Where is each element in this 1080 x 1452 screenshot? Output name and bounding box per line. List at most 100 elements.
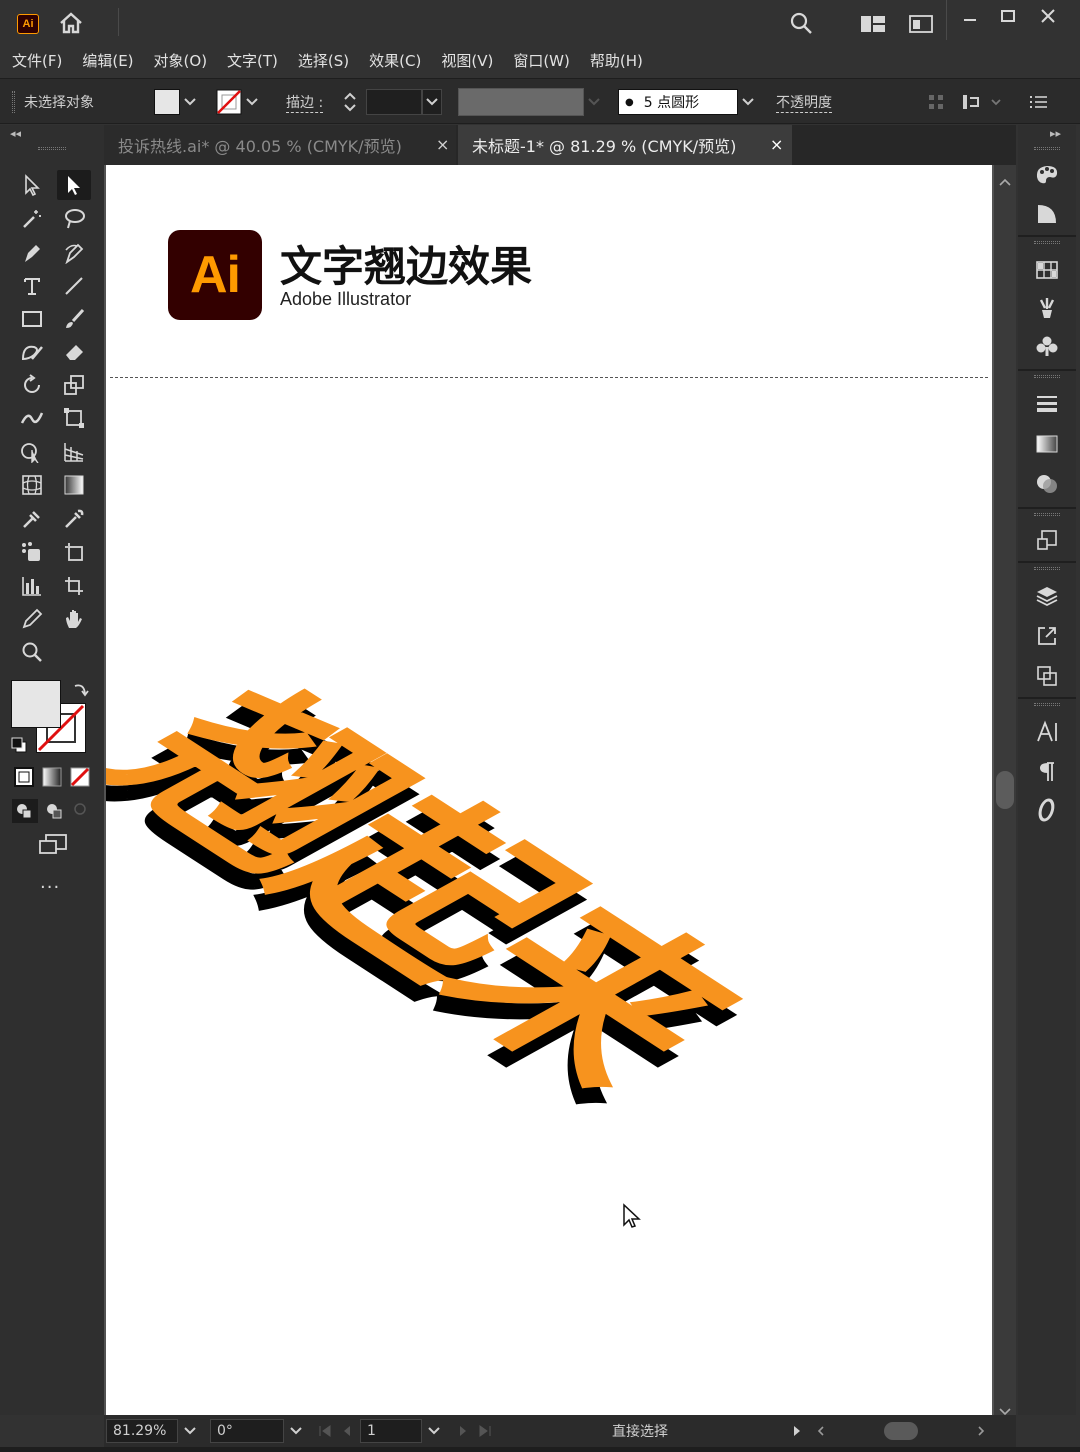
previous-artboard-icon[interactable] [342, 1415, 352, 1447]
artboard[interactable]: Ai 文字翘边效果 Adobe Illustrator 翘起来 翘起来 [106, 165, 992, 1415]
chevron-down-icon[interactable] [422, 89, 442, 115]
gradient-panel-icon[interactable] [1029, 429, 1065, 459]
magic-wand-icon[interactable] [15, 204, 49, 234]
export-icon[interactable] [1029, 621, 1065, 651]
direct-selection-tool-icon[interactable] [57, 170, 91, 200]
menu-type[interactable]: 文字(T) [227, 50, 278, 71]
rotation-control[interactable]: 0° [210, 1415, 308, 1447]
close-tab-icon[interactable]: × [770, 135, 783, 154]
panel-menu-icon[interactable] [1030, 79, 1048, 125]
character-icon[interactable] [1029, 717, 1065, 747]
transparency-icon[interactable] [1029, 469, 1065, 499]
close-window-icon[interactable] [1036, 4, 1060, 28]
eyedropper-icon[interactable] [57, 504, 91, 534]
draw-normal-icon[interactable] [12, 799, 38, 823]
chevron-down-icon[interactable] [242, 98, 262, 106]
hand-tool-icon[interactable] [57, 604, 91, 634]
scale-tool-icon[interactable] [57, 370, 91, 400]
perspective-grid-icon[interactable] [57, 437, 91, 467]
shape-builder-icon[interactable] [15, 437, 49, 467]
mesh-tool-icon[interactable] [15, 470, 49, 500]
search-icon[interactable] [786, 9, 816, 37]
lasso-icon[interactable] [57, 204, 91, 234]
brushes-icon[interactable] [1029, 293, 1065, 323]
stroke-weight-field[interactable] [366, 79, 442, 125]
artboard-tool-icon[interactable] [57, 537, 91, 567]
pathfinder-icon[interactable] [1029, 661, 1065, 691]
menu-object[interactable]: 对象(O) [154, 50, 208, 71]
warped-text-art[interactable]: 翘起来 翘起来 [106, 520, 946, 1130]
line-tool-icon[interactable] [57, 271, 91, 301]
close-tab-icon[interactable]: × [436, 135, 449, 154]
collapse-panel-icon[interactable]: ◂◂ [10, 127, 21, 140]
selection-tool-icon[interactable] [15, 170, 49, 200]
opacity-label[interactable]: 不透明度 [776, 91, 832, 113]
current-tool-name[interactable]: 直接选择 [612, 1415, 668, 1447]
align-grid-icon[interactable] [928, 79, 944, 125]
slice-tool-icon[interactable] [57, 571, 91, 601]
draw-behind-icon[interactable] [42, 799, 66, 827]
pen-tool-icon[interactable] [15, 238, 49, 268]
stroke-label[interactable]: 描边 : [286, 91, 324, 113]
chevron-down-icon[interactable] [180, 98, 200, 106]
layers-icon[interactable] [1029, 581, 1065, 611]
swap-colors-icon[interactable] [72, 680, 90, 702]
scroll-up-icon[interactable] [999, 171, 1011, 190]
artboard-navigator[interactable]: 1 [360, 1415, 446, 1447]
tab-document-2[interactable]: 未标题-1* @ 81.29 % (CMYK/预览) [458, 125, 792, 165]
first-artboard-icon[interactable] [318, 1415, 332, 1447]
expand-panels-icon[interactable]: ▸▸ [1050, 127, 1061, 140]
zoom-control[interactable]: 81.29% [106, 1415, 202, 1447]
menu-select[interactable]: 选择(S) [298, 50, 349, 71]
rectangle-tool-icon[interactable] [15, 304, 49, 334]
type-tool-icon[interactable] [15, 271, 49, 301]
symbols-icon[interactable] [1029, 331, 1065, 361]
menu-effect[interactable]: 效果(C) [369, 50, 421, 71]
scroll-left-icon[interactable] [816, 1415, 826, 1447]
stroke-panel-icon[interactable] [1029, 389, 1065, 419]
width-tool-icon[interactable] [15, 403, 49, 433]
chevron-down-icon[interactable] [738, 98, 758, 106]
fill-color-front[interactable] [11, 680, 61, 728]
opentype-icon[interactable] [1029, 795, 1065, 825]
maximize-icon[interactable] [996, 4, 1020, 28]
warped-text[interactable]: 翘起来 [106, 661, 788, 1114]
swatches-icon[interactable] [1029, 255, 1065, 285]
menu-window[interactable]: 窗口(W) [513, 50, 570, 71]
color-guide-icon[interactable] [1029, 199, 1065, 229]
menu-edit[interactable]: 编辑(E) [82, 50, 133, 71]
color-mode-icon[interactable] [14, 767, 34, 791]
workspace-layout-icon[interactable] [858, 12, 888, 36]
minimize-icon[interactable] [958, 4, 982, 28]
next-artboard-icon[interactable] [458, 1415, 468, 1447]
stroke-stepper[interactable] [342, 79, 358, 125]
chevron-down-icon[interactable] [284, 1427, 308, 1435]
canvas-area[interactable]: Ai 文字翘边效果 Adobe Illustrator 翘起来 翘起来 [104, 165, 1016, 1415]
screen-mode-icon[interactable] [38, 833, 68, 863]
arrange-documents-icon[interactable] [906, 12, 936, 36]
gradient-tool-icon[interactable] [57, 470, 91, 500]
scroll-thumb[interactable] [996, 771, 1014, 809]
transform-icon[interactable] [962, 79, 1002, 125]
scroll-right-icon[interactable] [976, 1415, 986, 1447]
edit-toolbar-button[interactable]: ··· [40, 877, 60, 898]
gradient-mode-icon[interactable] [42, 767, 62, 791]
chevron-down-icon[interactable] [178, 1427, 202, 1435]
variable-width-profile[interactable] [458, 79, 604, 125]
column-graph-icon[interactable] [15, 571, 49, 601]
shaper-tool-icon[interactable] [15, 337, 49, 367]
pencil-tool-icon[interactable] [15, 604, 49, 634]
default-colors-icon[interactable] [11, 737, 27, 757]
rotate-tool-icon[interactable] [15, 370, 49, 400]
menu-view[interactable]: 视图(V) [441, 50, 493, 71]
color-panel-icon[interactable] [1029, 159, 1065, 189]
zoom-tool-icon[interactable] [15, 637, 49, 667]
status-menu-icon[interactable] [792, 1415, 802, 1447]
paintbrush-icon[interactable] [57, 304, 91, 334]
horizontal-scroll-thumb[interactable] [884, 1422, 918, 1440]
tab-document-1[interactable]: 投诉热线.ai* @ 40.05 % (CMYK/预览) [104, 125, 456, 165]
eraser-icon[interactable] [57, 337, 91, 367]
vertical-scrollbar[interactable] [994, 165, 1016, 1416]
menu-file[interactable]: 文件(F) [12, 50, 62, 71]
symbol-sprayer-icon[interactable] [15, 537, 49, 567]
